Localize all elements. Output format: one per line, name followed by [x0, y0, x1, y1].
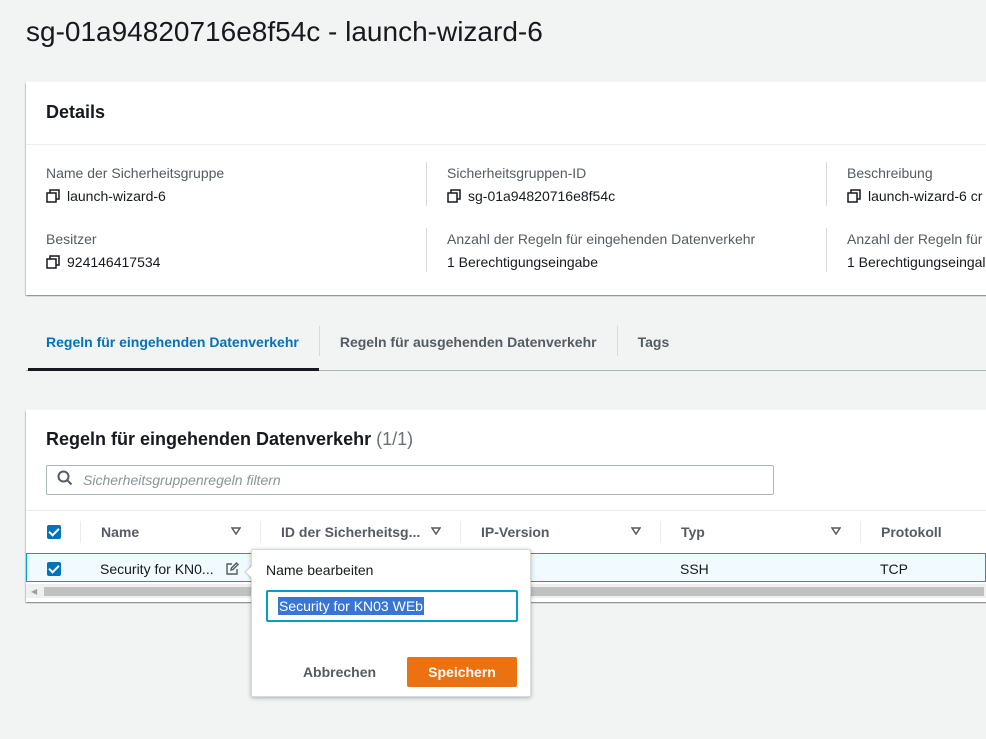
save-button[interactable]: Speichern — [407, 657, 517, 687]
detail-value: 1 Berechtigungseingabe — [447, 254, 599, 270]
page-title: sg-01a94820716e8f54c - launch-wizard-6 — [26, 16, 543, 47]
column-header-type[interactable]: Typ — [681, 511, 705, 553]
search-input[interactable] — [81, 471, 761, 489]
row-checkbox[interactable] — [47, 554, 61, 583]
detail-value: 1 Berechtigungseingal — [847, 254, 986, 270]
column-divider — [826, 162, 827, 206]
column-separator — [80, 521, 81, 543]
tab-inbound-rules[interactable]: Regeln für eingehenden Datenverkehr — [26, 318, 319, 371]
rules-heading: Regeln für eingehenden Datenverkehr (1/1… — [46, 429, 413, 450]
popover-arrow-inner — [246, 565, 253, 579]
detail-value: launch-wizard-6 — [67, 188, 166, 204]
cell-protocol: TCP — [880, 560, 908, 577]
column-header-protocol[interactable]: Protokoll — [881, 511, 942, 553]
column-separator — [260, 521, 261, 543]
column-divider — [426, 162, 427, 206]
select-all-checkbox[interactable] — [47, 511, 61, 553]
detail-label: Sicherheitsgruppen-ID — [447, 165, 587, 181]
detail-value: launch-wizard-6 cr — [868, 188, 983, 204]
column-divider — [426, 228, 427, 272]
detail-label: Anzahl der Regeln für eingehenden Datenv… — [447, 231, 756, 247]
detail-value: 924146417534 — [67, 254, 161, 270]
detail-value: sg-01a94820716e8f54c — [468, 188, 616, 204]
edit-name-popover: Name bearbeiten Security for KN03 WEb Ab… — [251, 549, 531, 697]
copy-icon[interactable] — [447, 189, 461, 203]
tab-tags[interactable]: Tags — [618, 318, 690, 370]
rules-count: (1/1) — [376, 429, 414, 449]
name-input-value[interactable]: Security for KN03 WEb — [278, 597, 424, 615]
detail-outbound-rule-count: Anzahl der Regeln für 1 Berechtigungsein… — [847, 231, 986, 270]
detail-label: Beschreibung — [847, 165, 933, 181]
sort-icon[interactable] — [831, 527, 841, 535]
column-header-name[interactable]: Name — [101, 511, 139, 553]
column-header-id[interactable]: ID der Sicherheitsg... — [281, 511, 420, 553]
detail-description: Beschreibung launch-wizard-6 cr — [847, 165, 982, 204]
details-header: Details — [26, 82, 986, 145]
cell-type: SSH — [680, 560, 709, 577]
edit-icon[interactable] — [225, 554, 239, 583]
rules-title: Regeln für eingehenden Datenverkehr — [46, 429, 372, 449]
detail-security-group-id: Sicherheitsgruppen-ID sg-01a94820716e8f5… — [447, 165, 615, 204]
tab-bar: Regeln für eingehenden Datenverkehr Rege… — [26, 318, 986, 371]
column-separator — [660, 521, 661, 543]
search-icon — [57, 470, 73, 491]
column-divider — [826, 228, 827, 272]
column-separator — [860, 521, 861, 543]
table-header: Name ID der Sicherheitsg... IP-Version T… — [26, 510, 986, 552]
tab-outbound-rules[interactable]: Regeln für ausgehenden Datenverkehr — [320, 318, 617, 370]
sort-icon[interactable] — [231, 527, 241, 535]
cell-name: Security for KN0... — [100, 560, 214, 577]
cancel-button[interactable]: Abbrechen — [292, 657, 387, 687]
name-input[interactable]: Security for KN03 WEb — [266, 590, 518, 622]
popover-label: Name bearbeiten — [266, 562, 374, 578]
detail-label: Anzahl der Regeln für — [847, 231, 983, 247]
column-header-ip-version[interactable]: IP-Version — [481, 511, 549, 553]
copy-icon[interactable] — [847, 189, 861, 203]
detail-label: Name der Sicherheitsgruppe — [46, 165, 225, 181]
details-panel: Details Name der Sicherheitsgruppe launc… — [26, 82, 986, 295]
column-separator — [460, 521, 461, 543]
scroll-left-icon[interactable]: ◀ — [31, 587, 37, 596]
sort-icon[interactable] — [431, 527, 441, 535]
detail-security-group-name: Name der Sicherheitsgruppe launch-wizard… — [46, 165, 224, 204]
sort-icon[interactable] — [631, 527, 641, 535]
detail-label: Besitzer — [46, 231, 97, 247]
detail-inbound-rule-count: Anzahl der Regeln für eingehenden Datenv… — [447, 231, 755, 270]
copy-icon[interactable] — [46, 189, 60, 203]
rules-filter[interactable] — [46, 465, 774, 495]
copy-icon[interactable] — [46, 255, 60, 269]
detail-owner: Besitzer 924146417534 — [46, 231, 160, 270]
